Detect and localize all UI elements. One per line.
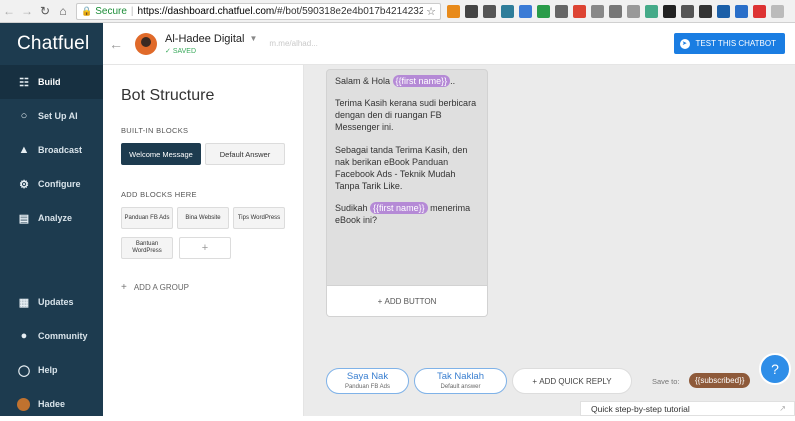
browser-toolbar: ← → ↻ ⌂ 🔒 Secure | https://dashboard.cha… <box>0 0 795 23</box>
sidebar-item-label: Updates <box>38 297 74 307</box>
ai-icon: ○ <box>20 110 28 122</box>
extension-icon[interactable] <box>663 4 676 18</box>
extension-icon[interactable] <box>573 4 586 18</box>
extension-icon[interactable] <box>753 4 766 18</box>
sidebar-item-community[interactable]: ● Community <box>0 319 103 353</box>
add-group-button[interactable]: + ADD A GROUP <box>121 282 189 293</box>
help-chat-icon[interactable]: ? <box>759 353 791 385</box>
saved-status: ✓ SAVED <box>165 47 197 55</box>
chevron-down-icon[interactable]: ▼ <box>249 34 257 43</box>
extension-icon[interactable] <box>609 4 622 18</box>
url-host: https://dashboard.chatfuel.com <box>137 5 275 17</box>
url-path: /#/bot/590318e2e4b017b4214232b6/stru <box>274 5 423 17</box>
extension-icon[interactable] <box>645 4 658 18</box>
extension-icon[interactable] <box>483 4 496 18</box>
extension-icon[interactable] <box>681 4 694 18</box>
sidebar-item-label: Set Up AI <box>38 111 78 121</box>
extension-icon[interactable] <box>627 4 640 18</box>
block-bina-website[interactable]: Bina Website <box>177 207 229 229</box>
page-title: Bot Structure <box>121 87 215 104</box>
add-blocks-label: ADD BLOCKS HERE <box>121 190 197 199</box>
extension-icon[interactable] <box>555 4 568 18</box>
messenger-link[interactable]: m.me/alhad... <box>269 39 317 48</box>
sidebar-item-label: Help <box>38 365 58 375</box>
address-bar[interactable]: 🔒 Secure | https://dashboard.chatfuel.co… <box>76 2 441 20</box>
extension-icon[interactable] <box>537 4 550 18</box>
sidebar-item-label: Analyze <box>38 213 73 223</box>
sidebar-item-build[interactable]: ☷ Build <box>0 65 103 99</box>
sidebar-item-configure[interactable]: ⚙ Configure <box>0 167 103 201</box>
sidebar-item-help[interactable]: ◯ Help <box>0 353 103 387</box>
attribute-tag: {{first name}} <box>392 75 451 88</box>
expand-icon[interactable]: ↗ <box>779 404 786 413</box>
block-default-answer[interactable]: Default Answer <box>205 143 285 165</box>
text-card[interactable]: Salam & Hola {{first name}}.. Terima Kas… <box>326 69 488 317</box>
bot-structure-panel: Bot Structure BUILT-IN BLOCKS Welcome Me… <box>103 65 304 416</box>
header-bar: ← Al-Hadee Digital ▼ ✓ SAVED m.me/alhad.… <box>103 23 795 65</box>
sidebar-item-label: Configure <box>38 179 81 189</box>
bot-info: Al-Hadee Digital ▼ ✓ SAVED <box>165 33 257 55</box>
build-icon: ☷ <box>19 76 29 89</box>
megaphone-icon: ▲ <box>18 144 30 156</box>
attribute-tag: {{first name}} <box>370 202 428 215</box>
sidebar-item-label: Build <box>38 77 61 87</box>
save-to-label: Save to: <box>652 377 680 386</box>
reload-icon[interactable]: ↻ <box>36 2 54 20</box>
updates-icon: ▦ <box>18 296 30 309</box>
avatar <box>17 397 30 411</box>
block-panduan-fb-ads[interactable]: Panduan FB Ads <box>121 207 173 229</box>
sidebar-item-analyze[interactable]: ▤ Analyze <box>0 201 103 235</box>
extension-icon[interactable] <box>465 4 478 18</box>
test-button-label: TEST THIS CHATBOT <box>695 39 776 48</box>
quick-reply-tak-naklah[interactable]: Tak Naklah Default answer <box>414 368 507 394</box>
block-bantuan-wordpress[interactable]: Bantuan WordPress <box>121 237 173 259</box>
bot-name[interactable]: Al-Hadee Digital <box>165 33 244 45</box>
sidebar-item-set-up-ai[interactable]: ○ Set Up AI <box>0 99 103 133</box>
message-text[interactable]: Salam & Hola {{first name}}.. Terima Kas… <box>327 70 487 226</box>
sidebar-item-label: Broadcast <box>38 145 83 155</box>
add-block-button[interactable]: + <box>179 237 231 259</box>
tutorial-panel[interactable]: Quick step-by-step tutorial ↗ <box>580 401 795 416</box>
forward-nav-icon[interactable]: → <box>18 2 36 20</box>
extension-icon[interactable] <box>771 4 784 18</box>
plus-icon: + <box>121 282 127 293</box>
extension-icon[interactable] <box>735 4 748 18</box>
extension-icon[interactable] <box>501 4 514 18</box>
test-chatbot-button[interactable]: ➤ TEST THIS CHATBOT <box>673 33 785 54</box>
back-nav-icon[interactable]: ← <box>0 2 18 20</box>
block-welcome-message[interactable]: Welcome Message <box>121 143 201 165</box>
secure-label: Secure <box>95 5 127 17</box>
add-quick-reply-button[interactable]: + ADD QUICK REPLY <box>512 368 632 394</box>
bookmark-star-icon[interactable]: ☆ <box>426 5 436 18</box>
block-editor: Salam & Hola {{first name}}.. Terima Kas… <box>304 65 795 416</box>
messenger-icon: ➤ <box>679 38 690 49</box>
extension-icon[interactable] <box>447 4 460 18</box>
sidebar-item-broadcast[interactable]: ▲ Broadcast <box>0 133 103 167</box>
gear-icon: ⚙ <box>19 178 29 191</box>
quick-reply-saya-nak[interactable]: Saya Nak Panduan FB Ads <box>326 368 409 394</box>
extension-icon[interactable] <box>717 4 730 18</box>
sidebar: Chatfuel ☷ Build ○ Set Up AI ▲ Broadcast… <box>0 23 103 416</box>
sidebar-item-updates[interactable]: ▦ Updates <box>0 285 103 319</box>
add-button[interactable]: + ADD BUTTON <box>327 285 487 316</box>
extension-icon[interactable] <box>519 4 532 18</box>
chatfuel-logo[interactable]: Chatfuel <box>0 23 103 65</box>
builtin-blocks-label: BUILT-IN BLOCKS <box>121 126 189 135</box>
extension-icon[interactable] <box>699 4 712 18</box>
home-icon[interactable]: ⌂ <box>54 2 72 20</box>
bar-chart-icon: ▤ <box>18 212 30 225</box>
save-to-attribute[interactable]: {{subscribed}} <box>689 373 751 388</box>
block-tips-wordpress[interactable]: Tips WordPress <box>233 207 285 229</box>
extensions-bar <box>447 4 784 18</box>
sidebar-item-label: Community <box>38 331 88 341</box>
help-icon: ◯ <box>17 364 31 377</box>
bot-avatar[interactable] <box>135 32 157 55</box>
back-arrow-icon[interactable]: ← <box>109 36 125 52</box>
sidebar-item-label: Hadee <box>38 399 66 409</box>
extension-icon[interactable] <box>591 4 604 18</box>
lock-icon: 🔒 <box>81 5 93 16</box>
community-icon: ● <box>20 330 28 342</box>
